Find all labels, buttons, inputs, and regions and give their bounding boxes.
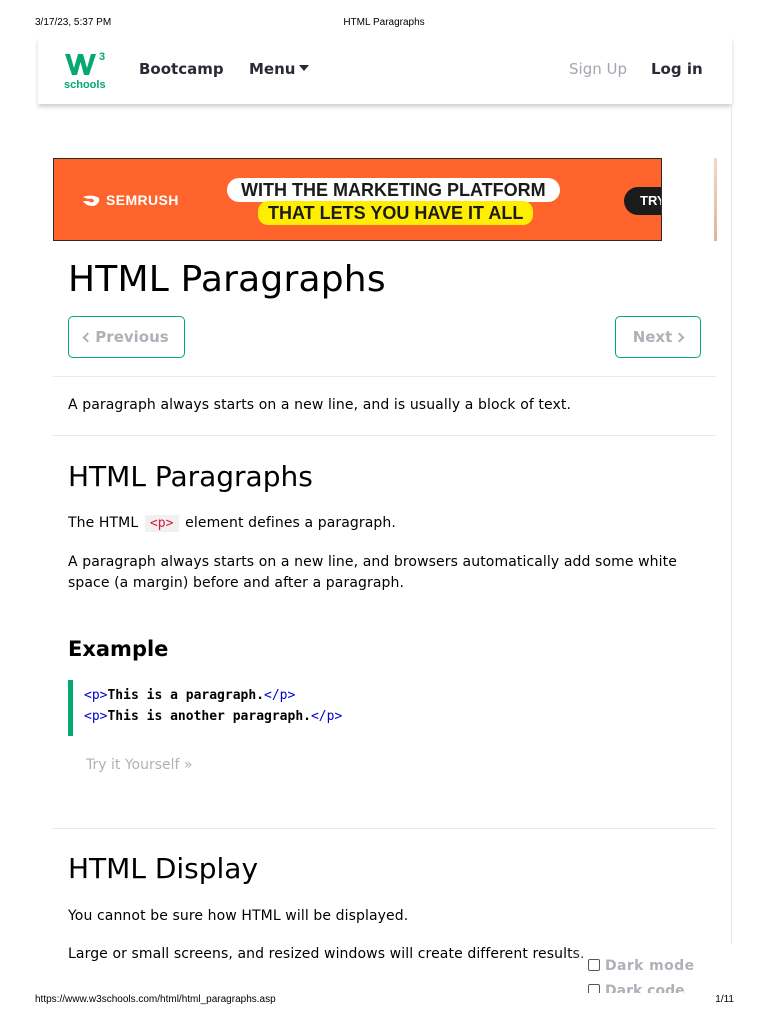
code-line: <p>This is a paragraph.</p>: [84, 688, 295, 703]
logo-text: schools: [64, 79, 106, 90]
page-title: HTML Paragraphs: [68, 259, 386, 300]
nav-menu-button[interactable]: Menu: [249, 60, 310, 78]
section-heading-paragraphs: HTML Paragraphs: [68, 460, 313, 493]
checkbox-icon: [588, 984, 600, 993]
w3schools-logo[interactable]: 3 schools: [64, 50, 112, 90]
ad-headline-2: THAT LETS YOU HAVE IT ALL: [258, 201, 534, 225]
print-title: HTML Paragraphs: [343, 17, 425, 28]
ad-banner[interactable]: SEMRUSH WITH THE MARKETING PLATFORM THAT…: [53, 158, 662, 241]
chevron-left-icon: [82, 332, 93, 343]
ad-brand-logo: SEMRUSH: [81, 191, 179, 209]
chevron-right-icon: [674, 332, 685, 343]
ad-cta-button[interactable]: TRY: [624, 187, 661, 215]
dark-code-toggle[interactable]: Dark code: [588, 983, 708, 993]
caret-down-icon: [299, 65, 310, 71]
previous-button[interactable]: Previous: [68, 316, 185, 358]
dark-code-label: Dark code: [605, 983, 685, 993]
divider: [53, 435, 716, 436]
code-text: This is a paragraph.: [107, 688, 265, 703]
try-it-yourself-link[interactable]: Try it Yourself »: [86, 757, 192, 773]
ad-headline-1: WITH THE MARKETING PLATFORM: [227, 178, 560, 202]
signup-link[interactable]: Sign Up: [569, 60, 627, 78]
logo-sup: 3: [99, 51, 105, 63]
print-page-count: 1/11: [715, 994, 734, 1005]
section-heading-display: HTML Display: [68, 852, 259, 885]
code-open-tag: <p>: [84, 709, 108, 724]
dark-mode-toggle[interactable]: Dark mode: [588, 958, 694, 974]
dark-mode-label: Dark mode: [605, 958, 695, 974]
print-url: https://www.w3schools.com/html/html_para…: [35, 994, 276, 1005]
divider: [53, 376, 716, 377]
login-link[interactable]: Log in: [651, 60, 703, 78]
next-label: Next: [632, 328, 673, 346]
section2-paragraph-1: You cannot be sure how HTML will be disp…: [68, 908, 409, 924]
semrush-fire-icon: [81, 193, 101, 207]
inline-code-p-tag: <p>: [144, 515, 179, 532]
print-header: 3/17/23, 5:37 PM HTML Paragraphs: [0, 17, 768, 31]
divider: [53, 828, 716, 829]
checkbox-icon: [588, 959, 600, 971]
p1-after: element defines a paragraph.: [185, 515, 396, 531]
previous-label: Previous: [95, 328, 169, 346]
w3schools-logo-icon: 3 schools: [64, 51, 106, 90]
section1-paragraph-1: The HTML <p> element defines a paragraph…: [68, 513, 708, 534]
example-heading: Example: [68, 637, 169, 661]
intro-text: A paragraph always starts on a new line,…: [68, 397, 572, 413]
code-text: This is another paragraph.: [107, 709, 311, 724]
code-open-tag: <p>: [84, 688, 108, 703]
ad-edge-sliver: [714, 158, 717, 241]
code-line: <p>This is another paragraph.</p>: [84, 709, 342, 724]
ad-brand-text: SEMRUSH: [106, 192, 179, 208]
nav-bootcamp-link[interactable]: Bootcamp: [139, 60, 224, 78]
p1-before: The HTML: [68, 515, 139, 531]
top-navbar: 3 schools Bootcamp Menu Sign Up Log in: [38, 38, 732, 104]
nav-menu-label: Menu: [249, 60, 296, 78]
section1-paragraph-2: A paragraph always starts on a new line,…: [68, 554, 677, 591]
code-close-tag: </p>: [264, 688, 296, 703]
print-footer: https://www.w3schools.com/html/html_para…: [0, 994, 768, 1008]
next-button[interactable]: Next: [615, 316, 701, 358]
example-accent-bar: [68, 680, 73, 736]
code-close-tag: </p>: [310, 709, 343, 724]
content-right-border: [731, 104, 732, 984]
